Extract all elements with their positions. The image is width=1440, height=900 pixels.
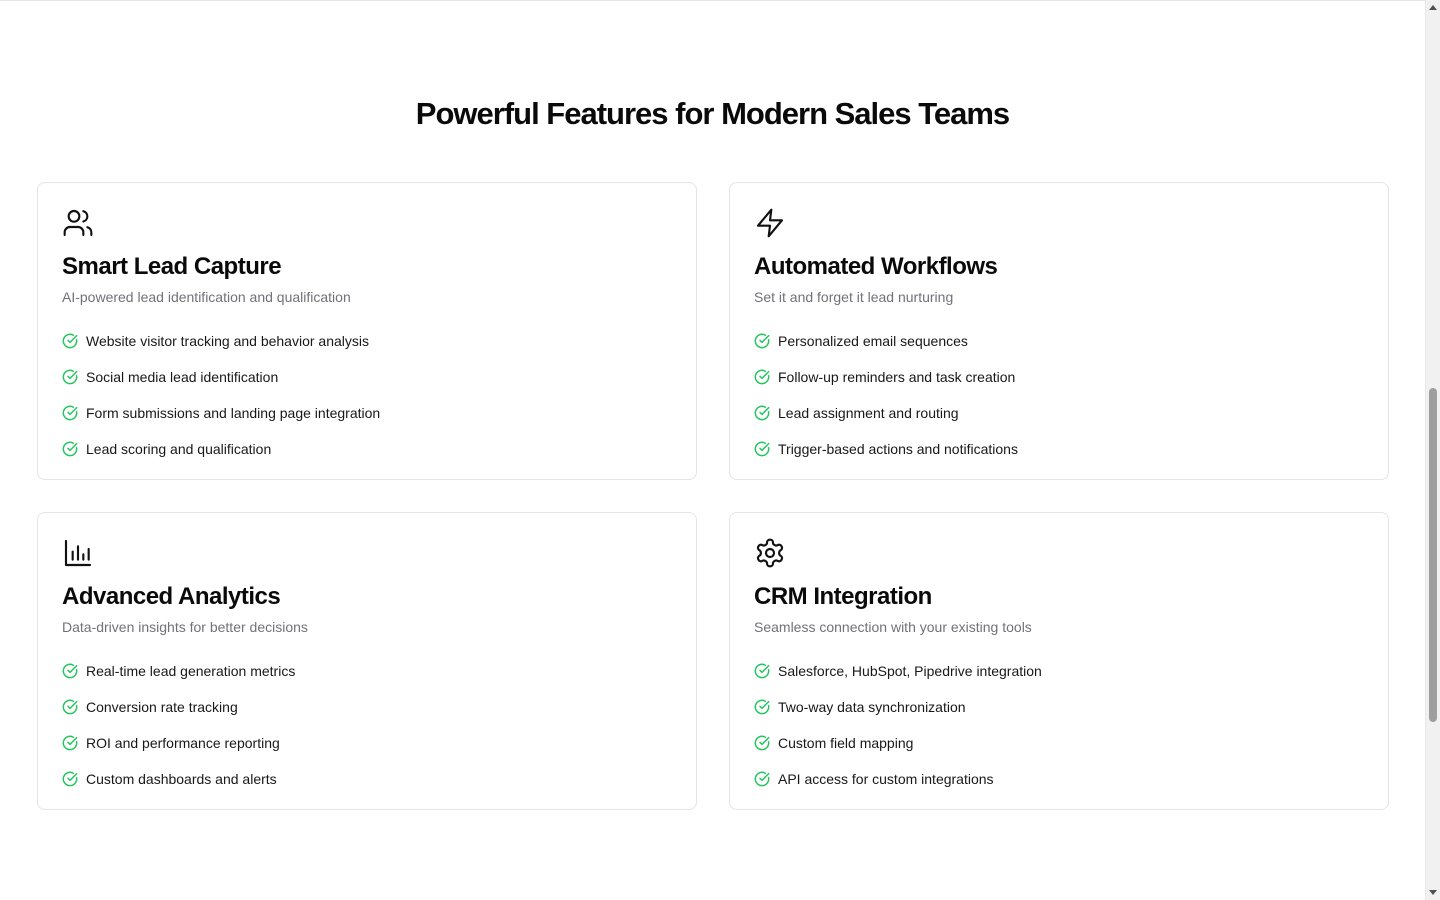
list-item: Custom dashboards and alerts xyxy=(62,769,672,789)
feature-card-automated-workflows: Automated Workflows Set it and forget it… xyxy=(729,182,1389,480)
list-item: Lead scoring and qualification xyxy=(62,439,672,459)
check-circle-icon xyxy=(62,333,78,349)
feature-text: Form submissions and landing page integr… xyxy=(86,405,381,421)
feature-text: Custom field mapping xyxy=(778,735,914,751)
list-item: API access for custom integrations xyxy=(754,769,1364,789)
feature-text: Lead scoring and qualification xyxy=(86,441,272,457)
card-title: Automated Workflows xyxy=(754,253,998,280)
card-subtitle: AI-powered lead identification and quali… xyxy=(62,289,351,305)
check-circle-icon xyxy=(62,735,78,751)
list-item: Salesforce, HubSpot, Pipedrive integrati… xyxy=(754,661,1364,681)
feature-text: Real-time lead generation metrics xyxy=(86,663,296,679)
feature-text: Salesforce, HubSpot, Pipedrive integrati… xyxy=(778,663,1042,679)
section-title: Powerful Features for Modern Sales Teams xyxy=(415,96,1010,131)
list-item: Conversion rate tracking xyxy=(62,697,672,717)
list-item: Social media lead identification xyxy=(62,367,672,387)
feature-list: Real-time lead generation metrics Conver… xyxy=(62,661,672,789)
card-title: Smart Lead Capture xyxy=(62,253,282,280)
scroll-down-arrow-icon[interactable] xyxy=(1429,890,1437,895)
list-item: Trigger-based actions and notifications xyxy=(754,439,1364,459)
feature-list: Personalized email sequences Follow-up r… xyxy=(754,331,1364,459)
scroll-up-arrow-icon[interactable] xyxy=(1429,5,1437,10)
check-circle-icon xyxy=(754,405,770,421)
feature-text: Personalized email sequences xyxy=(778,333,968,349)
feature-card-crm-integration: CRM Integration Seamless connection with… xyxy=(729,512,1389,810)
list-item: Personalized email sequences xyxy=(754,331,1364,351)
users-icon xyxy=(62,207,94,239)
check-circle-icon xyxy=(62,699,78,715)
feature-text: Follow-up reminders and task creation xyxy=(778,369,1016,385)
check-circle-icon xyxy=(62,405,78,421)
check-circle-icon xyxy=(62,663,78,679)
check-circle-icon xyxy=(754,771,770,787)
card-subtitle: Set it and forget it lead nurturing xyxy=(754,289,954,305)
feature-text: API access for custom integrations xyxy=(778,771,994,787)
feature-text: Trigger-based actions and notifications xyxy=(778,441,1018,457)
lightning-icon xyxy=(754,207,786,239)
feature-card-smart-lead-capture: Smart Lead Capture AI-powered lead ident… xyxy=(37,182,697,480)
features-section: Powerful Features for Modern Sales Teams… xyxy=(0,0,1425,900)
card-subtitle: Data-driven insights for better decision… xyxy=(62,619,308,635)
check-circle-icon xyxy=(62,771,78,787)
check-circle-icon xyxy=(754,441,770,457)
scrollbar-thumb[interactable] xyxy=(1429,388,1437,722)
feature-text: Social media lead identification xyxy=(86,369,279,385)
check-circle-icon xyxy=(62,441,78,457)
list-item: Custom field mapping xyxy=(754,733,1364,753)
feature-text: Conversion rate tracking xyxy=(86,699,238,715)
vertical-scrollbar[interactable] xyxy=(1425,0,1440,900)
feature-text: Lead assignment and routing xyxy=(778,405,959,421)
feature-card-advanced-analytics: Advanced Analytics Data-driven insights … xyxy=(37,512,697,810)
check-circle-icon xyxy=(754,735,770,751)
list-item: ROI and performance reporting xyxy=(62,733,672,753)
card-subtitle: Seamless connection with your existing t… xyxy=(754,619,1032,635)
feature-text: ROI and performance reporting xyxy=(86,735,280,751)
list-item: Real-time lead generation metrics xyxy=(62,661,672,681)
list-item: Two-way data synchronization xyxy=(754,697,1364,717)
list-item: Follow-up reminders and task creation xyxy=(754,367,1364,387)
feature-list: Website visitor tracking and behavior an… xyxy=(62,331,672,459)
feature-list: Salesforce, HubSpot, Pipedrive integrati… xyxy=(754,661,1364,789)
check-circle-icon xyxy=(754,663,770,679)
check-circle-icon xyxy=(754,699,770,715)
list-item: Lead assignment and routing xyxy=(754,403,1364,423)
list-item: Website visitor tracking and behavior an… xyxy=(62,331,672,351)
check-circle-icon xyxy=(754,369,770,385)
list-item: Form submissions and landing page integr… xyxy=(62,403,672,423)
feature-text: Website visitor tracking and behavior an… xyxy=(86,333,369,349)
check-circle-icon xyxy=(754,333,770,349)
feature-text: Custom dashboards and alerts xyxy=(86,771,277,787)
check-circle-icon xyxy=(62,369,78,385)
card-title: CRM Integration xyxy=(754,583,932,610)
bar-chart-icon xyxy=(62,537,94,569)
feature-text: Two-way data synchronization xyxy=(778,699,966,715)
features-grid: Smart Lead Capture AI-powered lead ident… xyxy=(37,182,1389,810)
card-title: Advanced Analytics xyxy=(62,583,281,610)
gear-icon xyxy=(754,537,786,569)
